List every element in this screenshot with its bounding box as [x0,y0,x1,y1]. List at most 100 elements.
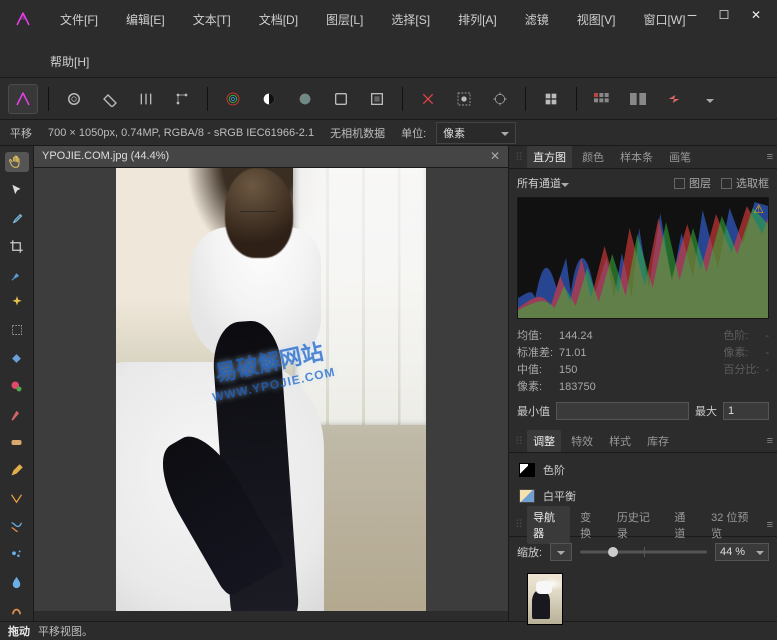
tab-fx[interactable]: 特效 [565,430,599,452]
canvas-viewport[interactable]: 易破解网站 WWW.YPOJIE.COM [34,168,508,611]
menu-help[interactable]: 帮助[H] [38,50,101,73]
tool-hand[interactable] [5,152,29,172]
panel-menu-icon[interactable]: ≡ [767,435,771,447]
min-label: 最小值 [517,403,550,419]
tool-paintbrush[interactable] [5,264,29,284]
tool-crop[interactable] [5,236,29,256]
warning-icon[interactable]: ⚠ [753,202,764,216]
menu-text[interactable]: 文本[T] [181,8,243,31]
max-input[interactable]: 1 [723,402,769,420]
persona-develop[interactable] [95,84,125,114]
document-title: YPOJIE.COM.jpg (44.4%) [42,150,169,162]
tool-smudge[interactable] [5,601,29,621]
info-mode: 平移 [10,125,32,141]
maximize-button[interactable]: ☐ [717,8,731,22]
zoom-label: 缩放: [517,544,542,560]
minimize-button[interactable]: ─ [685,8,699,22]
panel-menu-icon[interactable]: ≡ [767,151,771,163]
tool-skew[interactable] [5,488,29,508]
tool-marquee[interactable] [5,320,29,340]
channel-select[interactable]: 所有通道 [517,175,617,191]
grid3-icon[interactable] [587,84,617,114]
tool-eyedropper[interactable] [5,208,29,228]
histogram-stats: 均值:144.24 标准差:71.01 中值:150 像素:183750 色阶:… [517,325,769,396]
canvas-area: YPOJIE.COM.jpg (44.4%) ✕ 易破解网站 WWW.YPOJI… [34,146,508,621]
adjust-list: 色阶 白平衡 [509,453,777,513]
adjust-levels[interactable]: 色阶 [509,457,777,483]
histogram-panel: 所有通道 图层 选取框 ⚠ 均值:144.24 标准差:71.01 中值:150 [509,169,777,430]
layer-checkbox[interactable]: 图层 [674,175,711,191]
zoom-slider[interactable] [580,544,707,560]
min-input[interactable] [556,402,689,420]
split-icon[interactable] [623,84,653,114]
softproof-icon[interactable] [362,84,392,114]
main-row: YPOJIE.COM.jpg (44.4%) ✕ 易破解网站 WWW.YPOJI… [0,146,777,621]
right-panels: ⠿ 直方图 颜色 样本条 画笔 ≡ 所有通道 图层 选取框 ⚠ [508,146,777,621]
tool-patch[interactable] [5,432,29,452]
menu-filter[interactable]: 滤镜 [513,8,561,31]
menu-select[interactable]: 选择[S] [379,8,442,31]
menu-layer[interactable]: 图层[L] [314,8,375,31]
tab-swatches[interactable]: 样本条 [614,146,659,168]
tool-fill[interactable] [5,348,29,368]
tool-pointer[interactable] [5,180,29,200]
photo: 易破解网站 WWW.YPOJIE.COM [116,168,426,611]
max-label: 最大 [695,403,717,419]
tool-sparkle[interactable] [5,292,29,312]
tool-teardrop[interactable] [5,572,29,592]
selection-checkbox[interactable]: 选取框 [721,175,769,191]
persona-export[interactable] [167,84,197,114]
navigator-thumbnail[interactable] [527,573,563,625]
status-bar: 拖动 平移视图。 [0,621,777,640]
tab-brushes[interactable]: 画笔 [663,146,697,168]
attach-icon[interactable] [659,84,689,114]
quick-mask-icon[interactable] [449,84,479,114]
info-bar: 平移 700 × 1050px, 0.74MP, RGBA/8 - sRGB I… [0,120,777,146]
tool-brush-alt[interactable] [5,404,29,424]
chevron-down-icon [561,178,569,190]
color-picker-rainbow[interactable] [218,84,248,114]
erase-icon[interactable] [326,84,356,114]
info-unit-label: 单位: [401,125,426,141]
tool-clone[interactable] [5,376,29,396]
menu-doc[interactable]: 文档[D] [247,8,310,31]
tab-adjust[interactable]: 调整 [527,430,561,452]
panel-grip-icon[interactable]: ⠿ [515,518,521,531]
tab-histogram[interactable]: 直方图 [527,146,572,168]
menu-edit[interactable]: 编辑[E] [114,8,177,31]
unit-value: 像素 [443,125,465,141]
close-button[interactable]: ✕ [749,8,763,22]
panel-grip-icon[interactable]: ⠿ [515,435,521,448]
horizontal-scrollbar[interactable] [34,611,508,621]
chevron-down-icon [501,127,509,139]
persona-liquify[interactable] [59,84,89,114]
zoom-presets[interactable] [550,543,572,561]
menu-arrange[interactable]: 排列[A] [446,8,509,31]
panel-grip-icon[interactable]: ⠿ [515,151,521,164]
persona-tonemap[interactable] [131,84,161,114]
panel-menu-icon[interactable]: ≡ [767,519,771,531]
tab-color[interactable]: 颜色 [576,146,610,168]
menu-file[interactable]: 文件[F] [48,8,110,31]
tab-stock[interactable]: 库存 [641,430,675,452]
cancel-x-icon[interactable] [413,84,443,114]
chevron-down-icon[interactable] [695,84,725,114]
menu-view[interactable]: 视图[V] [565,8,628,31]
histogram-tabs: ⠿ 直方图 颜色 样本条 画笔 ≡ [509,146,777,169]
contrast-icon[interactable] [254,84,284,114]
zoom-value[interactable]: 44 % [715,543,769,561]
document-tab[interactable]: YPOJIE.COM.jpg (44.4%) ✕ [34,146,508,168]
tab-styles[interactable]: 样式 [603,430,637,452]
white-balance-icon [519,489,535,503]
tool-gradient[interactable] [5,516,29,536]
navigator-tabs: ⠿ 导航器 变换 历史记录 通道 32 位预览 ≡ [509,513,777,537]
color-wheel-icon[interactable] [290,84,320,114]
persona-photo[interactable] [8,84,38,114]
tool-splatter[interactable] [5,544,29,564]
grid-small-icon[interactable] [536,84,566,114]
tool-pencil[interactable] [5,460,29,480]
info-dims: 700 × 1050px, 0.74MP, RGBA/8 - sRGB IEC6… [48,127,314,139]
tab-close-icon[interactable]: ✕ [490,149,500,163]
target-icon[interactable] [485,84,515,114]
unit-select[interactable]: 像素 [436,122,516,144]
